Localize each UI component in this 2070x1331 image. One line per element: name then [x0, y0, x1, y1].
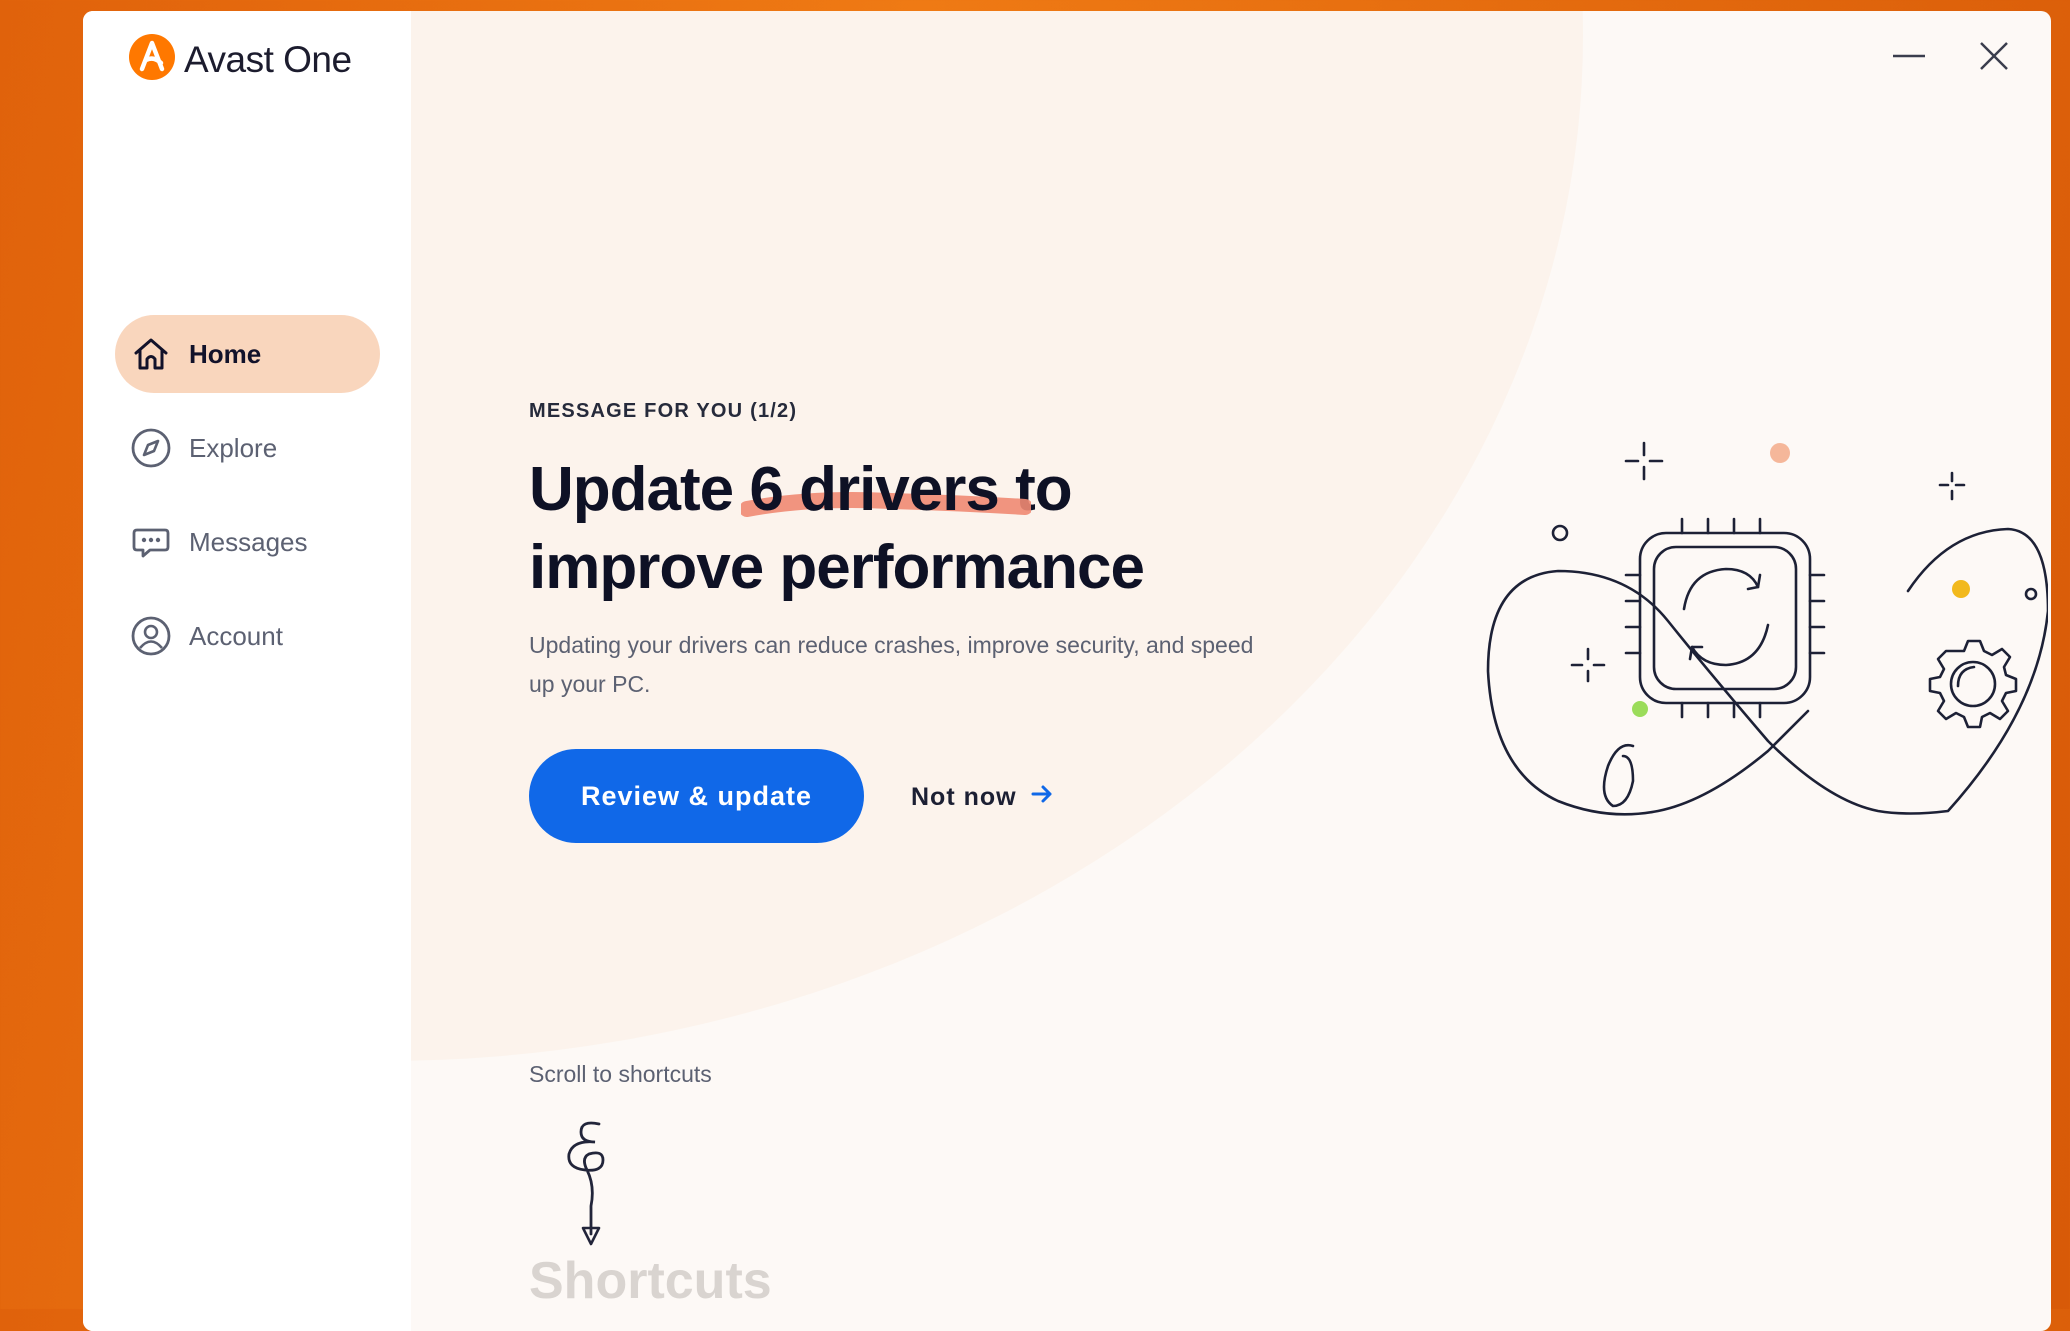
page-title: Update 6 drivers to improve performance — [529, 451, 1289, 607]
sidebar-nav: Home Explore Messages Account — [115, 315, 380, 691]
sidebar: Avast One Home Explore Messages Account — [83, 11, 411, 1331]
app-name: Avast One — [184, 38, 352, 80]
chat-bubble-icon — [129, 520, 173, 564]
minimize-button[interactable] — [1884, 33, 1934, 83]
message-description: Updating your drivers can reduce crashes… — [529, 632, 1254, 697]
scroll-down-arrow-icon — [559, 1116, 629, 1261]
shortcuts-heading: Shortcuts — [529, 1252, 772, 1310]
sidebar-item-label: Explore — [189, 432, 278, 463]
home-icon — [129, 332, 173, 376]
sidebar-item-messages[interactable]: Messages — [115, 503, 380, 581]
sidebar-item-label: Home — [189, 338, 262, 369]
arrow-right-icon — [1029, 781, 1055, 814]
sidebar-item-label: Account — [189, 620, 283, 651]
not-now-button[interactable]: Not now — [911, 773, 1055, 821]
user-circle-icon — [129, 614, 173, 658]
sidebar-item-label: Messages — [189, 526, 308, 557]
sidebar-item-account[interactable]: Account — [115, 597, 380, 675]
scroll-hint[interactable]: Scroll to shortcuts — [529, 1061, 712, 1088]
review-update-button[interactable]: Review & update — [529, 749, 864, 843]
driver-update-illustration — [1408, 411, 2050, 856]
headline-highlight: 6 drivers — [741, 451, 1032, 529]
close-button[interactable] — [1969, 33, 2019, 83]
sidebar-item-explore[interactable]: Explore — [115, 409, 380, 487]
not-now-label: Not now — [911, 782, 1017, 811]
sidebar-item-home[interactable]: Home — [115, 315, 380, 393]
app-logo: Avast One — [128, 33, 352, 86]
app-window: Avast One Home Explore Messages Account … — [83, 11, 2051, 1331]
avast-logo-icon — [128, 33, 176, 86]
minimize-icon — [1891, 38, 1927, 79]
compass-icon — [129, 426, 173, 470]
close-icon — [1976, 38, 2012, 79]
message-counter: MESSAGE FOR YOU (1/2) — [529, 400, 798, 422]
